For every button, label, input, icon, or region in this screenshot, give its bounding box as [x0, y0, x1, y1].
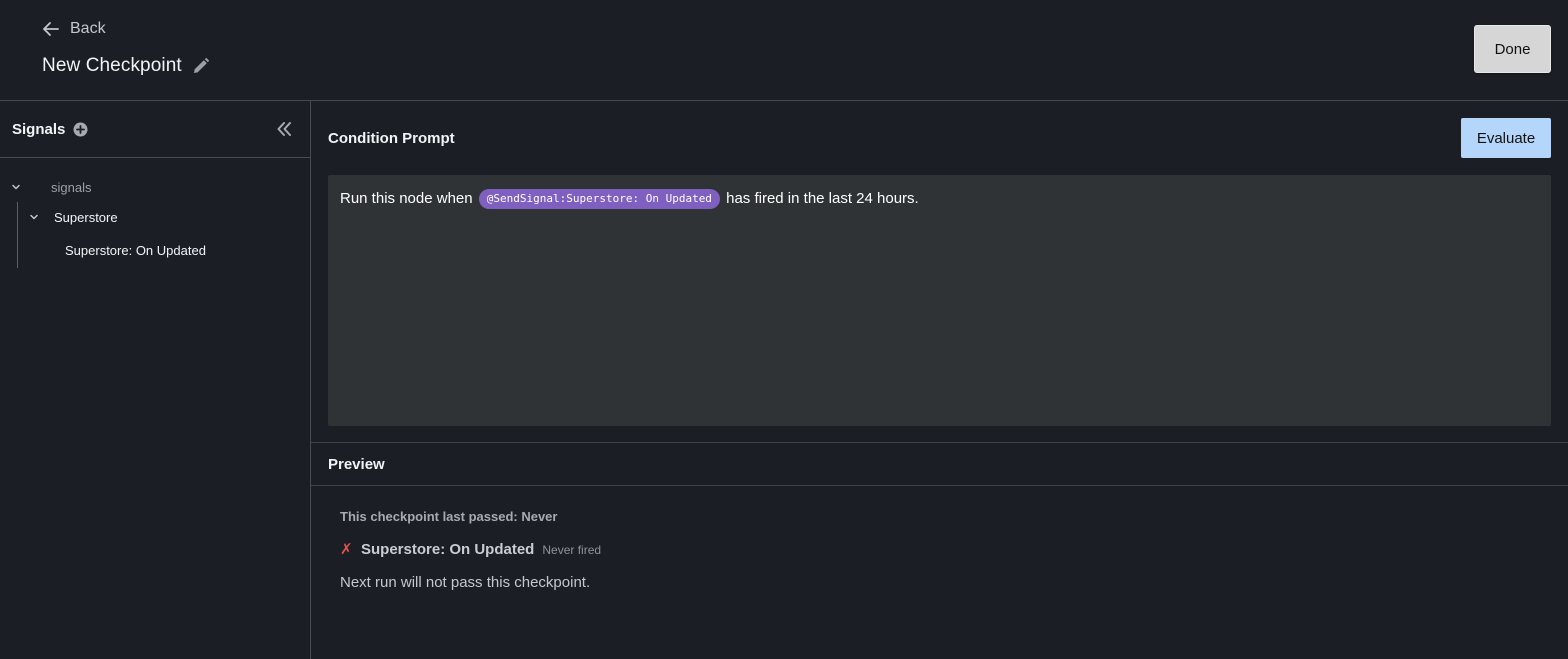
sidebar-header: Signals [0, 101, 310, 158]
signals-sidebar: Signals signals Superstore Superstore: O… [0, 101, 311, 659]
tree-node-superstore[interactable]: Superstore [29, 209, 118, 225]
tree-leaf-superstore-on-updated[interactable]: Superstore: On Updated [65, 242, 206, 258]
main-panel: Condition Prompt Evaluate Run this node … [311, 101, 1568, 659]
evaluate-button[interactable]: Evaluate [1461, 118, 1551, 158]
signal-status-value: Never fired [542, 543, 602, 557]
section-divider [311, 485, 1568, 486]
signal-status-row: ✗ Superstore: On Updated Never fired [340, 540, 601, 558]
cross-mark-icon: ✗ [340, 541, 353, 558]
page-title: New Checkpoint [42, 55, 182, 76]
condition-prompt-title: Condition Prompt [328, 130, 455, 147]
section-divider [311, 442, 1568, 443]
pencil-icon[interactable] [192, 57, 210, 75]
title-row: New Checkpoint [42, 53, 210, 79]
prompt-text-after: has fired in the last 24 hours. [726, 190, 919, 207]
done-button[interactable]: Done [1474, 25, 1551, 73]
double-chevron-left-icon[interactable] [275, 120, 293, 143]
next-run-text: Next run will not pass this checkpoint. [340, 574, 591, 591]
plus-circle-icon[interactable] [73, 122, 88, 142]
tree-node-label: Superstore [54, 209, 118, 225]
tree-node-label: signals [51, 179, 92, 195]
preview-title: Preview [328, 456, 385, 473]
chevron-down-icon[interactable] [29, 212, 41, 222]
back-label: Back [70, 20, 106, 37]
tree-node-signals[interactable]: signals [11, 179, 91, 195]
arrow-left-icon [42, 21, 60, 37]
app: Back New Checkpoint Done Signals signals… [0, 0, 1568, 659]
signal-status-name: Superstore: On Updated [361, 541, 535, 558]
tree-guide-line [17, 202, 18, 268]
prompt-text-before: Run this node when [340, 190, 473, 207]
header: Back New Checkpoint Done [0, 0, 1568, 101]
back-link[interactable]: Back [42, 18, 106, 40]
signal-mention-chip[interactable]: @SendSignal:Superstore: On Updated [478, 189, 720, 209]
chevron-down-icon[interactable] [11, 182, 23, 192]
last-passed-text: This checkpoint last passed: Never [340, 509, 558, 524]
condition-prompt-editor[interactable]: Run this node when @SendSignal:Superstor… [328, 175, 1551, 426]
tree-leaf-label: Superstore: On Updated [65, 242, 206, 258]
sidebar-title: Signals [12, 121, 66, 138]
